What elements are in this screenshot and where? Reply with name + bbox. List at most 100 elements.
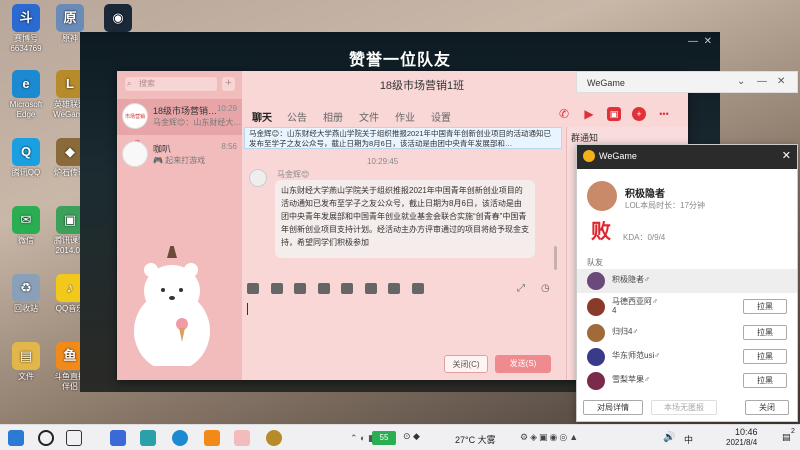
douyu-icon[interactable] [204,430,220,446]
folder-icon[interactable] [317,283,330,294]
search-input[interactable]: 搜索 [125,77,217,91]
taskbar: ⌃ ◐ ◧ 5​5 ⊙ ◆ 27°C 大雾 ⚙◈▣◉◎▲ 🔊 中 10:46 2… [0,424,800,450]
qq-chat-taskbar-icon[interactable] [234,430,250,446]
weather-status[interactable]: 27°C 大雾 [455,433,496,446]
notification-icon[interactable]: ▤ [782,432,791,443]
tab-announcement[interactable]: 公告 [287,109,307,124]
task-view-icon[interactable] [66,430,82,446]
conversation-time: 10:29 [216,104,237,113]
member-name: 积极隐者♂ [612,275,650,284]
desktop-icon-edge[interactable]: e Microsoft Edge [4,70,48,120]
avatar[interactable] [249,169,267,187]
desktop-icon-steam[interactable]: ◉ [96,4,140,34]
avatar [587,298,605,316]
popup-header: WeGame ✕ [577,145,797,169]
player-name: 积极隐者 [625,189,665,200]
image-icon[interactable] [341,283,354,294]
conversation-name: 咖叭 [153,144,172,154]
desktop-icon-qq[interactable]: Q 腾讯QQ [4,138,48,178]
block-button[interactable]: 拉黑 [743,325,787,340]
conversation-item[interactable]: 咖叭 🎮 起来打游戏 8:56 [117,137,242,173]
desktop-icon-folder[interactable]: ▤ 文件 [4,342,48,382]
conversation-time: 8:56 [221,142,237,151]
conversation-name: 18级市场营销… [153,106,218,116]
windows-start-icon[interactable] [8,430,24,446]
emoji-icon[interactable] [247,283,259,294]
block-button[interactable]: 拉黑 [743,373,787,388]
message-input[interactable] [244,299,562,349]
edge-icon[interactable] [172,430,188,446]
contact-avatar [122,141,148,167]
more-icon[interactable]: ••• [657,107,671,121]
wegame-logo-icon [583,150,595,162]
conversation-preview: 马金辉😊：山东财经大… [153,118,242,127]
desktop-icon-label: 微信 [18,236,34,245]
member-name: 马德西亚阿♂ 4 [612,297,658,315]
bell-icon[interactable] [388,283,401,294]
input-language[interactable]: 中 [684,433,693,446]
avatar [587,272,605,290]
desktop-icon-1[interactable]: 斗赛博号 6634769 [4,4,48,54]
lol-icon[interactable] [266,430,282,446]
volume-icon[interactable]: 🔊 [663,432,675,443]
desktop-icon-label: Microsoft Edge [9,100,43,119]
video-icon[interactable]: ▶ [582,107,596,121]
conversation-item[interactable]: 市场营销一班 18级市场营销… 马金辉😊：山东财经大… 10:29 [117,99,242,146]
minimize-button[interactable]: — [688,36,698,47]
announcement-banner[interactable]: 马金辉😊：山东财经大学燕山学院关于组织推报2021年中国青年创新创业项目的活动通… [244,127,562,149]
more-icon[interactable] [411,283,424,294]
add-button[interactable]: + [222,77,235,91]
member-name: 归归4♂ [612,327,639,336]
music-icon[interactable] [364,283,377,294]
search-icon[interactable] [38,430,54,446]
scrollbar[interactable] [554,246,557,270]
app-icon[interactable] [140,430,156,446]
team-member: 归归4♂ 拉黑 [577,321,797,345]
block-button[interactable]: 拉黑 [743,349,787,364]
scissors-icon[interactable] [294,283,307,294]
add-icon[interactable]: + [632,107,646,121]
close-chat-button[interactable]: 关闭(C) [444,355,488,373]
panel-title: 群通知 [571,133,599,143]
conversation-preview: 🎮 起来打游戏 [153,156,206,165]
desktop-icon-recycle[interactable]: ♻ 回收站 [4,274,48,314]
gif-icon[interactable] [270,283,283,294]
game-status-pill[interactable]: 5​5 [372,431,396,445]
desktop-icon-wechat[interactable]: ✉ 微信 [4,206,48,246]
tray-status-icons[interactable]: ⚙◈▣◉◎▲ [520,432,580,443]
desktop-icon-label: 赛博号 6634769 [10,34,42,53]
folder-icon: ▤ [12,342,40,370]
app-icon[interactable] [110,430,126,446]
close-icon[interactable]: ✕ [704,36,712,47]
desktop-icon-label: 原神 [62,34,78,43]
phone-icon[interactable]: ✆ [557,107,571,121]
expand-icon[interactable]: ⤢ [517,283,525,294]
desktop-icon-label: 腾讯QQ [11,168,41,177]
tab-files[interactable]: 文件 [359,109,379,124]
close-icon[interactable]: ✕ [777,76,785,87]
member-name: 华东师范usi♂ [612,351,661,360]
no-report-button[interactable]: 本场无匿报 [651,400,717,415]
close-button[interactable]: 关闭 [745,400,789,415]
game-result: 败 [591,221,611,243]
block-button[interactable]: 拉黑 [743,299,787,314]
share-screen-icon[interactable]: ▣ [607,107,621,121]
tab-chat[interactable]: 聊天 [252,109,272,129]
popup-title: WeGame [599,151,637,161]
tab-settings[interactable]: 设置 [431,109,451,124]
send-button[interactable]: 发送(S) [495,355,551,373]
clock-time[interactable]: 10:46 [735,427,758,437]
tab-homework[interactable]: 作业 [395,109,415,124]
tray-app-icons[interactable]: ⊙ ◆ [403,431,420,442]
tab-album[interactable]: 相册 [323,109,343,124]
steam-icon: ◉ [104,4,132,32]
match-details-button[interactable]: 对局详情 [583,400,643,415]
clock-date[interactable]: 2021/8/4 [726,438,757,447]
avatar [587,348,605,366]
minimize-button[interactable]: — [757,76,767,87]
chevron-down-icon[interactable]: ⌄ [737,76,745,87]
sender-name: 马金辉😊 [277,170,310,179]
close-icon[interactable]: ✕ [782,149,791,162]
history-icon[interactable]: ◷ [541,283,550,294]
avatar [587,372,605,390]
